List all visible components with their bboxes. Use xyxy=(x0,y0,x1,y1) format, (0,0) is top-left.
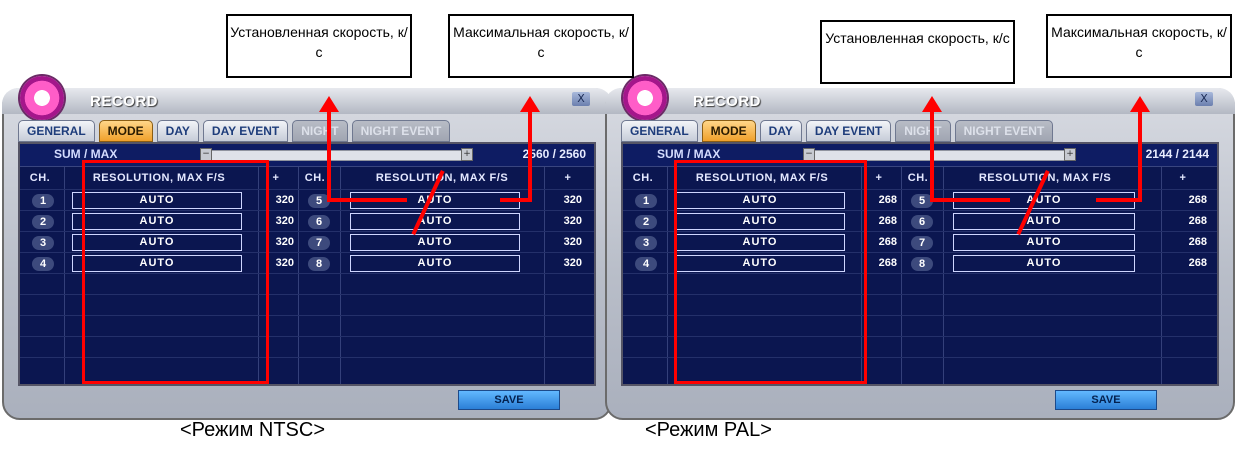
channel-badge: 4 xyxy=(635,257,657,271)
tab-day-event[interactable]: DAY EVENT xyxy=(202,120,289,142)
callout-max-speed: Максимальная скорость, к/с xyxy=(1046,14,1232,78)
arrow-line xyxy=(327,198,407,202)
grid-line xyxy=(544,167,545,384)
grid-line xyxy=(64,167,65,384)
tab-bar: GENERAL MODE DAY DAY EVENT NIGHT NIGHT E… xyxy=(18,120,451,142)
save-button[interactable]: SAVE xyxy=(458,390,560,410)
arrow-line xyxy=(930,198,1010,202)
max-fps-value: 268 xyxy=(1188,215,1207,227)
tab-mode[interactable]: MODE xyxy=(98,120,153,142)
header-plus: + xyxy=(564,172,572,184)
tab-general[interactable]: GENERAL xyxy=(621,120,698,142)
arrow-up-icon xyxy=(922,96,942,112)
sum-max-value: 2144 / 2144 xyxy=(1145,147,1209,161)
max-fps-value: 268 xyxy=(1188,236,1207,248)
resolution-select[interactable]: AUTO xyxy=(350,213,520,230)
channel-badge: 1 xyxy=(635,194,657,208)
tab-night[interactable]: NIGHT xyxy=(292,120,348,142)
tab-day[interactable]: DAY xyxy=(156,120,199,142)
tab-night-event[interactable]: NIGHT EVENT xyxy=(351,120,451,142)
sum-max-label: SUM / MAX xyxy=(657,147,721,161)
grid-line xyxy=(298,167,299,384)
header-ch: CH. xyxy=(907,172,929,184)
max-fps-value: 320 xyxy=(563,215,582,227)
max-fps-value: 268 xyxy=(878,215,897,227)
plus-icon[interactable]: + xyxy=(461,148,473,161)
callout-max-speed: Максимальная скорость, к/с xyxy=(448,14,634,78)
callout-set-speed: Установленная скорость, к/с xyxy=(820,20,1015,84)
channel-badge: 1 xyxy=(32,194,54,208)
header-plus: + xyxy=(1179,172,1187,184)
max-fps-value: 268 xyxy=(1188,194,1207,206)
max-fps-value: 268 xyxy=(878,236,897,248)
max-fps-value: 268 xyxy=(1188,257,1207,269)
channel-badge: 8 xyxy=(308,257,330,271)
highlight-box xyxy=(674,160,867,384)
resolution-select[interactable]: AUTO xyxy=(953,213,1135,230)
channel-badge: 4 xyxy=(32,257,54,271)
channel-badge: 6 xyxy=(308,215,330,229)
plus-icon[interactable]: + xyxy=(1064,148,1076,161)
resolution-select[interactable]: AUTO xyxy=(350,234,520,251)
resolution-select[interactable]: AUTO xyxy=(350,255,520,272)
close-icon[interactable]: X xyxy=(572,92,590,106)
caption-pal: <Режим PAL> xyxy=(645,419,772,441)
channel-badge: 7 xyxy=(308,236,330,250)
max-fps-value: 268 xyxy=(878,194,897,206)
channel-badge: 3 xyxy=(635,236,657,250)
grid-line xyxy=(667,167,668,384)
dialog-title: RECORD xyxy=(693,93,762,110)
tab-general[interactable]: GENERAL xyxy=(18,120,95,142)
dialog-title: RECORD xyxy=(90,93,159,110)
arrow-line xyxy=(528,110,532,202)
tab-night[interactable]: NIGHT xyxy=(895,120,951,142)
app-logo-icon xyxy=(20,76,64,120)
sum-max-value: 2560 / 2560 xyxy=(522,147,586,161)
channel-badge: 6 xyxy=(911,215,933,229)
tab-day-event[interactable]: DAY EVENT xyxy=(805,120,892,142)
channel-badge: 7 xyxy=(911,236,933,250)
arrow-line xyxy=(500,198,532,202)
tab-day[interactable]: DAY xyxy=(759,120,802,142)
channel-badge: 8 xyxy=(911,257,933,271)
arrow-line xyxy=(1138,110,1142,202)
grid-line xyxy=(901,167,902,384)
max-fps-value: 320 xyxy=(563,257,582,269)
tab-mode[interactable]: MODE xyxy=(701,120,756,142)
arrow-line xyxy=(930,110,934,202)
channel-badge: 3 xyxy=(32,236,54,250)
save-button[interactable]: SAVE xyxy=(1055,390,1157,410)
arrow-up-icon xyxy=(520,96,540,112)
header-ch: CH. xyxy=(304,172,326,184)
grid-line xyxy=(1161,167,1162,384)
app-logo-icon xyxy=(623,76,667,120)
channel-badge: 2 xyxy=(635,215,657,229)
tab-night-event[interactable]: NIGHT EVENT xyxy=(954,120,1054,142)
arrow-up-icon xyxy=(319,96,339,112)
caption-ntsc: <Режим NTSC> xyxy=(180,419,326,441)
channel-badge: 2 xyxy=(32,215,54,229)
arrow-line xyxy=(327,110,331,202)
max-fps-value: 320 xyxy=(563,194,582,206)
header-ch: CH. xyxy=(29,172,51,184)
resolution-select[interactable]: AUTO xyxy=(953,234,1135,251)
sum-max-label: SUM / MAX xyxy=(54,147,118,161)
arrow-line xyxy=(1096,198,1142,202)
arrow-up-icon xyxy=(1130,96,1150,112)
max-fps-value: 268 xyxy=(878,257,897,269)
close-icon[interactable]: X xyxy=(1195,92,1213,106)
highlight-box xyxy=(82,160,269,384)
tab-bar: GENERAL MODE DAY DAY EVENT NIGHT NIGHT E… xyxy=(621,120,1054,142)
resolution-select[interactable]: AUTO xyxy=(953,255,1135,272)
max-fps-value: 320 xyxy=(563,236,582,248)
callout-set-speed: Установленная скорость, к/с xyxy=(226,14,412,78)
header-ch: CH. xyxy=(632,172,654,184)
